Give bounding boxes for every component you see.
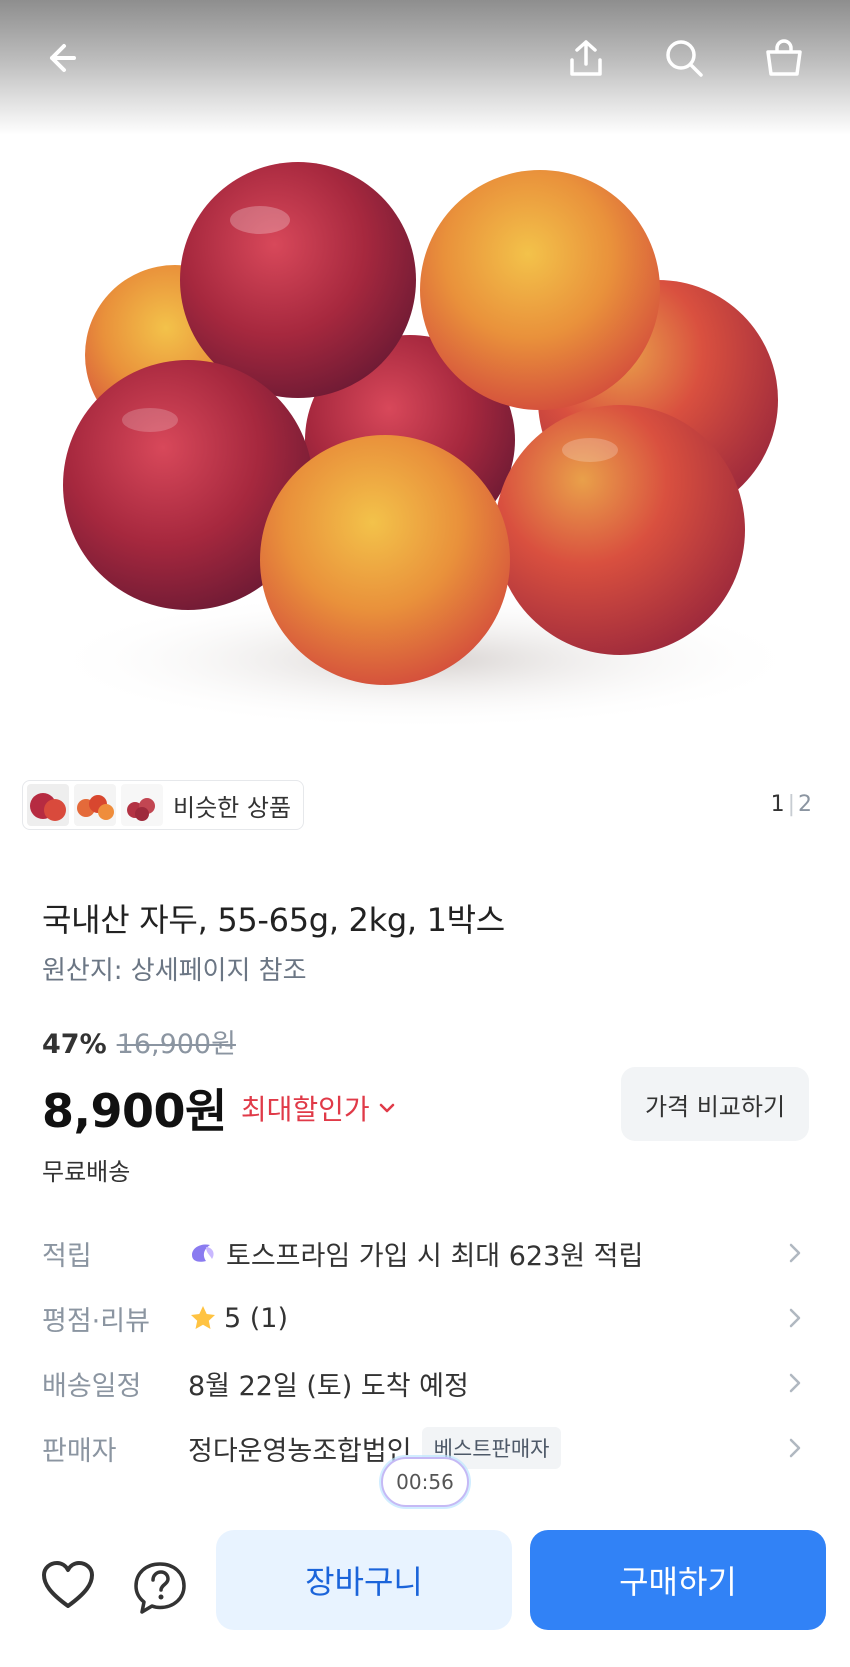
- share-icon[interactable]: [558, 30, 614, 86]
- delivery-label: 배송일정: [42, 1370, 142, 1402]
- points-text: 토스프라임 가입 시 최대 623원 적립: [226, 1240, 644, 1272]
- star-icon: [191, 1306, 215, 1329]
- similar-thumb-1: [27, 784, 69, 826]
- bottom-action-bar: 장바구니 구매하기: [0, 1510, 850, 1667]
- chevron-right-icon: [789, 1243, 801, 1263]
- heart-icon[interactable]: [40, 1560, 96, 1612]
- rating-label: 평점·리뷰: [42, 1305, 150, 1337]
- seller-label: 판매자: [42, 1435, 117, 1467]
- similar-products-label: 비슷한 상품: [173, 793, 292, 822]
- top-navigation-bar: [0, 0, 850, 120]
- rating-text: 5 (1): [224, 1302, 289, 1334]
- toss-prime-icon: [192, 1244, 214, 1262]
- pager-divider: |: [787, 792, 795, 817]
- pager-total: 2: [798, 792, 812, 817]
- product-origin: 원산지: 상세페이지 참조: [42, 956, 307, 986]
- original-price: 16,900원: [116, 1029, 236, 1060]
- points-row[interactable]: 적립 토스프라임 가입 시 최대 623원 적립: [0, 1228, 850, 1278]
- delivery-row[interactable]: 배송일정 8월 22일 (토) 도착 예정: [0, 1358, 850, 1408]
- sale-price: 8,900원: [42, 1084, 227, 1138]
- max-discount-toggle[interactable]: 최대할인가: [241, 1088, 396, 1128]
- shipping-info: 무료배송: [42, 1158, 131, 1186]
- similar-thumb-2: [74, 784, 116, 826]
- product-image-area[interactable]: [0, 0, 850, 830]
- seller-name: 정다운영농조합법인: [188, 1435, 412, 1467]
- back-arrow-icon[interactable]: [38, 30, 94, 86]
- image-pager: 1 | 2: [771, 792, 812, 817]
- discount-rate: 47%: [42, 1029, 107, 1060]
- points-value: 토스프라임 가입 시 최대 623원 적립: [188, 1234, 643, 1273]
- seller-value: 정다운영농조합법인 베스트판매자: [188, 1427, 562, 1469]
- product-title: 국내산 자두, 55-65g, 2kg, 1박스: [42, 901, 505, 939]
- chevron-right-icon: [789, 1308, 801, 1328]
- pager-current: 1: [770, 792, 785, 817]
- buy-now-button[interactable]: 구매하기: [530, 1530, 826, 1630]
- timer-badge[interactable]: 00:56: [381, 1457, 469, 1507]
- compare-price-button[interactable]: 가격 비교하기: [621, 1067, 809, 1141]
- chevron-right-icon: [789, 1438, 801, 1458]
- similar-products-chip[interactable]: 비슷한 상품: [22, 780, 305, 830]
- question-icon[interactable]: [132, 1560, 188, 1616]
- discount-row: 47% 16,900원: [42, 1022, 236, 1061]
- search-icon[interactable]: [656, 30, 712, 86]
- points-label: 적립: [42, 1240, 92, 1272]
- shopping-bag-icon[interactable]: [756, 30, 812, 86]
- similar-thumb-3: [121, 784, 163, 826]
- add-to-cart-button[interactable]: 장바구니: [216, 1530, 512, 1630]
- plum-product-image[interactable]: [0, 150, 850, 770]
- rating-value: 5 (1): [188, 1303, 288, 1334]
- delivery-value: 8월 22일 (토) 도착 예정: [188, 1370, 469, 1402]
- rating-row[interactable]: 평점·리뷰 5 (1): [0, 1293, 850, 1343]
- price-row: 8,900원 최대할인가: [42, 1075, 396, 1141]
- chevron-right-icon: [789, 1373, 801, 1393]
- max-discount-label: 최대할인가: [240, 1093, 370, 1126]
- chevron-down-icon: [379, 1103, 394, 1113]
